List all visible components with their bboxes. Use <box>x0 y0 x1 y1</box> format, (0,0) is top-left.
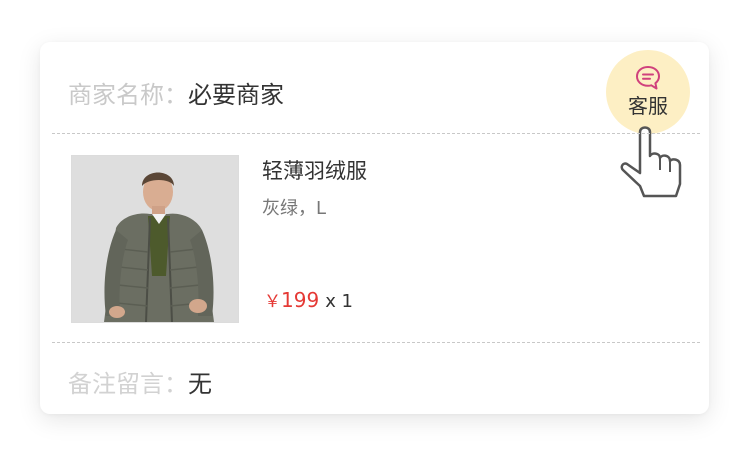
note-value: 无 <box>188 370 212 398</box>
note-row: 备注留言：无 <box>68 367 212 401</box>
customer-service-label: 客服 <box>628 94 668 118</box>
merchant-name[interactable]: 必要商家 <box>188 81 284 109</box>
currency-symbol: ￥ <box>264 292 281 312</box>
hand-pointer-icon <box>620 126 682 198</box>
jacket-photo <box>72 156 238 322</box>
price-row: ￥199 x 1 <box>264 287 353 315</box>
merchant-label: 商家名称： <box>68 81 188 109</box>
product-name[interactable]: 轻薄羽绒服 <box>262 156 367 186</box>
product-quantity: x 1 <box>325 291 354 312</box>
product-image[interactable] <box>71 155 239 323</box>
divider-bottom <box>52 342 700 343</box>
product-price: ￥199 <box>264 288 320 312</box>
price-amount: 199 <box>281 288 320 312</box>
product-spec: 灰绿，L <box>262 198 327 219</box>
chat-bubble-icon <box>636 66 660 90</box>
note-label: 备注留言： <box>68 370 188 398</box>
customer-service-button[interactable]: 客服 <box>606 50 690 134</box>
divider-top <box>52 133 700 134</box>
merchant-row: 商家名称：必要商家 <box>68 78 284 112</box>
